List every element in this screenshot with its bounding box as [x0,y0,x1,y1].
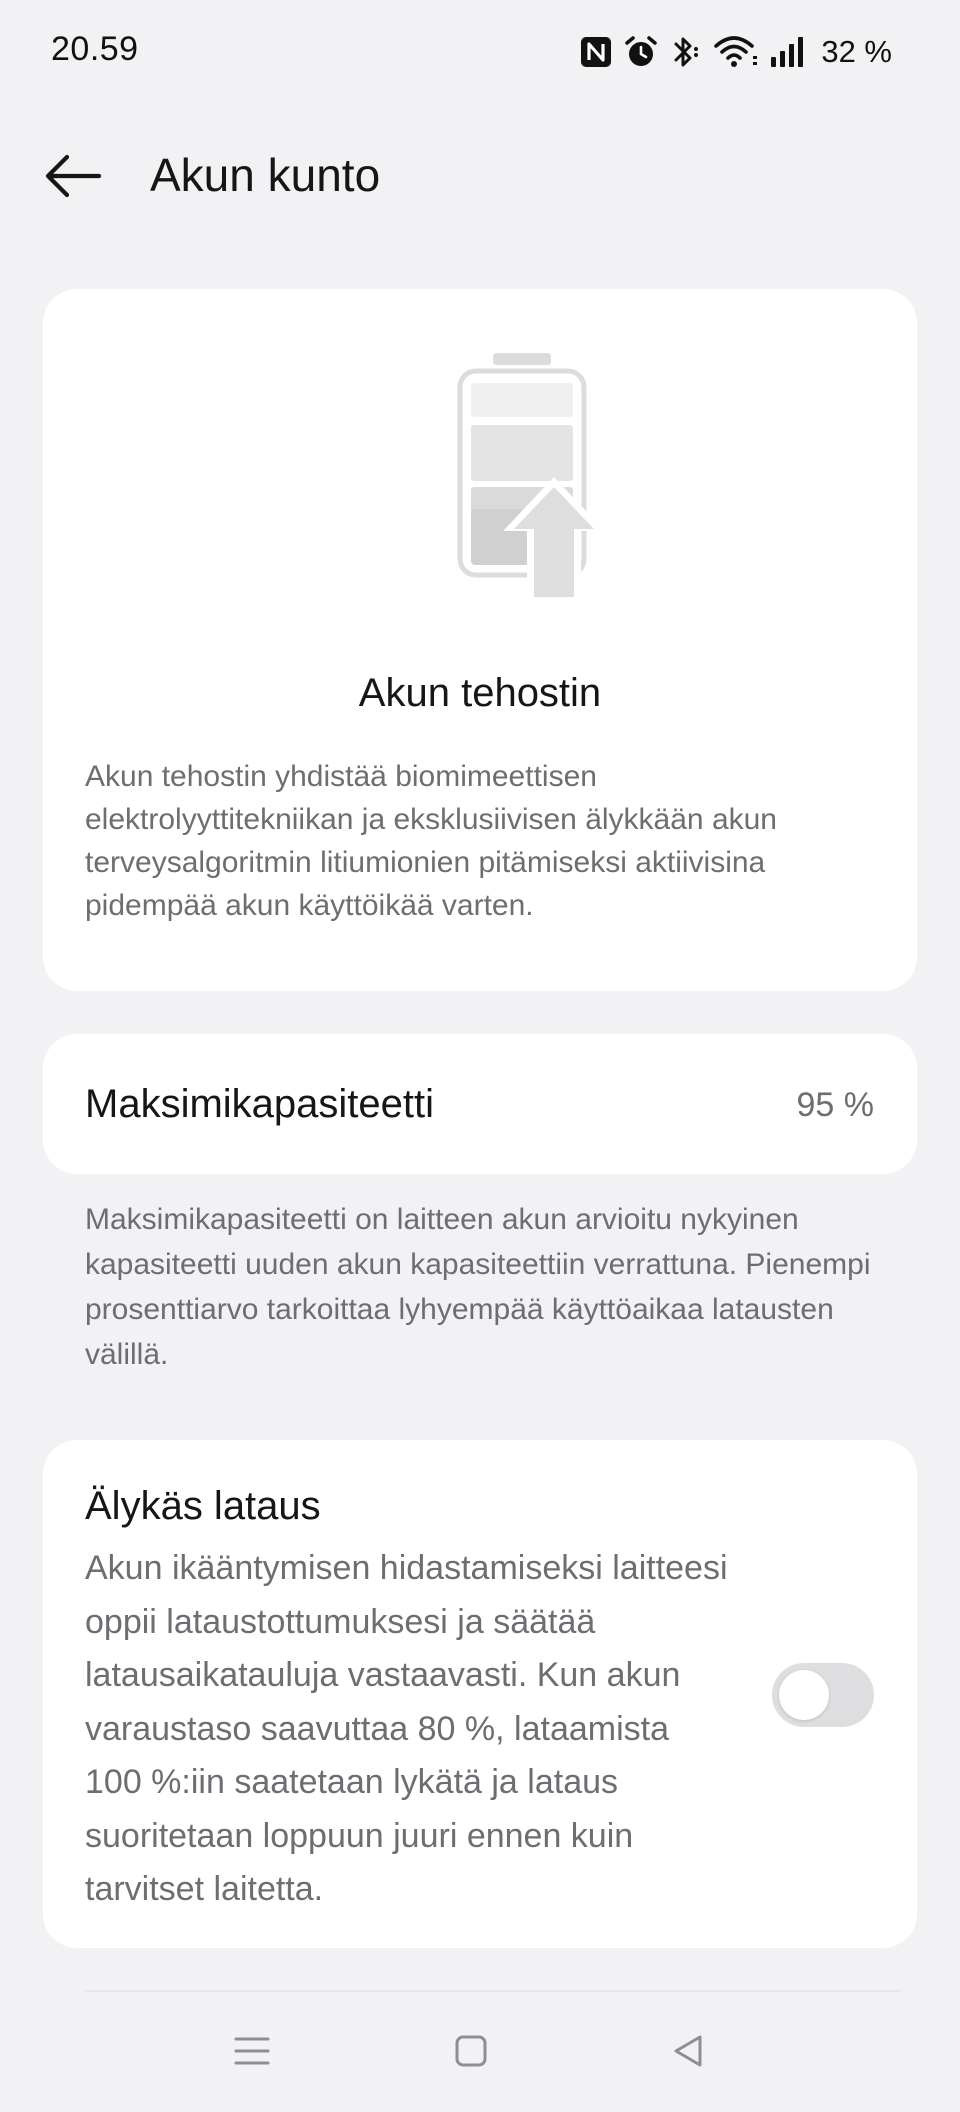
home-icon [455,2035,487,2067]
arrow-left-icon [45,154,102,198]
app-bar: Akun kunto [0,130,960,224]
nav-back-button[interactable] [648,2010,728,2092]
max-capacity-description: Maksimikapasiteetti on laitteen akun arv… [85,1203,871,1371]
alarm-icon [623,34,659,70]
divider [85,1990,900,1992]
max-capacity-label: Maksimikapasiteetti [85,1082,435,1126]
smart-charging-description: Akun ikääntymisen hidastamiseksi laittee… [85,1549,728,1908]
back-button[interactable] [38,144,108,208]
booster-description: Akun tehostin yhdistää biomimeettisen el… [85,760,777,922]
toggle-knob [779,1670,829,1720]
menu-icon [234,2037,270,2065]
nav-home-button[interactable] [431,2010,511,2092]
max-capacity-value: 95 % [796,1086,875,1124]
navigation-bar [0,2010,960,2092]
smart-charging-toggle[interactable] [772,1663,874,1727]
booster-title: Akun tehostin [358,671,602,715]
status-time: 20.59 [51,30,139,68]
back-icon [674,2035,702,2067]
max-capacity-card[interactable]: Maksimikapasiteetti 95 % [43,1034,917,1174]
status-icons: 32 % [579,30,892,74]
smart-charging-card[interactable]: Älykäs lataus Akun ikääntymisen hidastam… [43,1440,917,1948]
nav-recents-button[interactable] [212,2010,292,2092]
wifi-icon [713,34,759,70]
bluetooth-icon [669,34,703,70]
signal-icon [769,35,807,69]
page-title: Akun kunto [150,149,381,201]
nfc-icon [579,35,613,69]
battery-boost-icon [408,349,608,599]
battery-percent: 32 % [821,34,892,69]
smart-charging-title: Älykäs lataus [85,1484,321,1528]
status-bar: 20.59 32 % [0,0,960,104]
battery-booster-card: Akun tehostin Akun tehostin yhdistää bio… [43,289,917,991]
